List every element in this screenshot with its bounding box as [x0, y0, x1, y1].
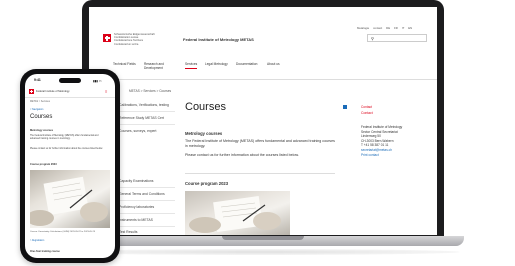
course-photo: [185, 191, 290, 235]
signal-battery-icon: ▮▮▮ ▭: [93, 78, 102, 83]
contact-title: Contact: [361, 111, 373, 115]
laptop-notch: [222, 236, 304, 240]
sidebar-item[interactable]: Instruments to METAS: [119, 218, 153, 222]
divider: [119, 124, 175, 125]
laptop-lid: Schweizerische Eidgenossenschaft Confédé…: [82, 0, 444, 238]
contact-line: Federal Institute of Metrology: [361, 125, 403, 129]
divider: [119, 200, 175, 201]
course-photo-illustration: [26, 176, 108, 226]
mobile-page-title: Courses: [30, 114, 53, 120]
divider: [119, 226, 175, 227]
back-link[interactable]: < Navigation: [30, 108, 43, 111]
intro-text: The Federal Institute of Metrology (META…: [185, 139, 335, 149]
language-de[interactable]: DE: [386, 26, 390, 30]
mobile-program-heading: Course program 2023: [30, 163, 57, 166]
search-input[interactable]: ⚲: [367, 34, 427, 42]
sidebar-item[interactable]: Calibrations, Verifications, testing: [119, 103, 169, 107]
section-heading: Metrology courses: [185, 131, 223, 136]
nav-services[interactable]: Services: [185, 62, 198, 69]
contact-box: Federal Institute of Metrology Sector Ce…: [361, 125, 402, 157]
phone-screen: 9:41 ▮▮▮ ▭ Federal Institute of Metrolog…: [25, 74, 115, 258]
language-it[interactable]: IT: [402, 26, 405, 30]
mobile-intro-text: The Federal Institute of Metrology (META…: [30, 135, 99, 141]
program-heading: Course program 2023: [185, 181, 229, 186]
contact-text: Please contact us for further informatio…: [185, 153, 299, 157]
share-icon[interactable]: [343, 105, 347, 109]
mobile-contact-text: Please contact us for further informatio…: [30, 148, 103, 150]
status-time: 9:41: [34, 78, 41, 82]
dynamic-island: [59, 78, 81, 83]
contact-label: Contact: [361, 105, 372, 109]
site-name[interactable]: Federal Institute of Metrology METAS: [183, 37, 254, 42]
language-en[interactable]: EN: [408, 26, 412, 30]
mobile-section-heading: Metrology courses: [30, 129, 54, 132]
mobile-course-photo: [26, 170, 110, 228]
sidebar-item[interactable]: Proficiency laboratories: [119, 205, 154, 209]
site-header: Schweizerische Eidgenossenschaft Confédé…: [89, 7, 437, 60]
print-contact-link[interactable]: Print contact: [361, 153, 402, 158]
confederation-line: Confederaziun svizra: [114, 42, 139, 46]
nav-technical-fields[interactable]: Technical Fields: [113, 62, 139, 67]
nav-research[interactable]: Research and Development: [144, 62, 174, 71]
next-course-heading: One-Year training course: [30, 250, 60, 253]
registration-link[interactable]: > Registration: [30, 240, 44, 242]
nav-legal-metrology[interactable]: Legal Metrology: [205, 62, 228, 67]
confederation-wordmark: Schweizerische Eidgenossenschaft Confédé…: [114, 33, 176, 46]
laptop-base: [62, 236, 464, 246]
laptop: Schweizerische Eidgenossenschaft Confédé…: [62, 0, 464, 246]
course-photo-illustration: [189, 195, 281, 233]
divider: [185, 173, 335, 174]
meta-nav: Metalogie contact DE FR IT EN: [357, 26, 412, 30]
search-icon[interactable]: ⚲: [371, 37, 374, 41]
meta-link[interactable]: contact: [373, 26, 382, 30]
breadcrumb[interactable]: METAS > Services > Courses: [129, 89, 171, 93]
sidebar-item[interactable]: Reference Study METAS Cert: [119, 116, 164, 120]
sidebar-item[interactable]: Capacity Examinations: [119, 179, 154, 183]
swiss-cross-logo[interactable]: [103, 34, 111, 42]
course-caption: Course: Uncertainty Calculations (GUM) 2…: [30, 231, 96, 233]
mobile-site-name[interactable]: Federal Institute of Metrology: [36, 90, 70, 93]
device-shadow: [60, 249, 460, 255]
language-fr[interactable]: FR: [394, 26, 398, 30]
sidebar-item[interactable]: Courses, surveys, expert: [119, 129, 157, 133]
main-nav: Technical Fields Research and Developmen…: [89, 59, 437, 80]
divider: [119, 111, 175, 112]
nav-about-us[interactable]: About us: [267, 62, 280, 67]
divider: [119, 213, 175, 214]
menu-icon[interactable]: ≡: [105, 89, 107, 94]
swiss-cross-logo[interactable]: [29, 89, 34, 94]
sidebar-item[interactable]: Test Results: [119, 230, 137, 234]
meta-link[interactable]: Metalogie: [357, 26, 369, 30]
page-title: Courses: [185, 101, 226, 113]
mobile-breadcrumb[interactable]: METAS > Services: [30, 100, 50, 103]
laptop-screen: Schweizerische Eidgenossenschaft Confédé…: [89, 7, 437, 235]
sidebar-item[interactable]: General Terms and Conditions: [119, 192, 165, 196]
divider: [119, 187, 175, 188]
nav-documentation[interactable]: Documentation: [236, 62, 257, 67]
phone: 9:41 ▮▮▮ ▭ Federal Institute of Metrolog…: [20, 69, 120, 263]
